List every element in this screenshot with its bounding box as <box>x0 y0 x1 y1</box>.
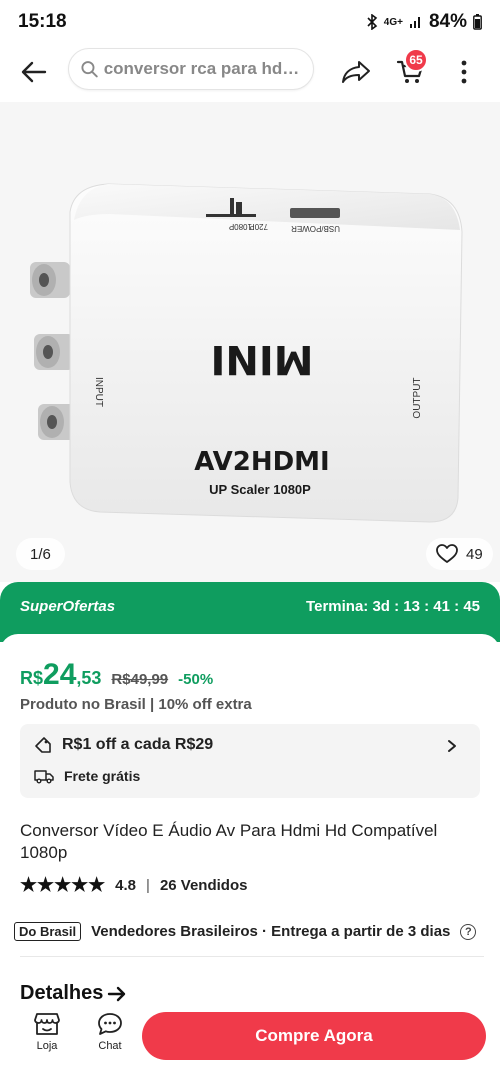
current-price: R$ 24 ,53 <box>20 658 101 692</box>
truck-icon <box>34 770 54 784</box>
store-button[interactable]: Loja <box>22 1012 72 1052</box>
network-type: 4G+ <box>383 16 403 28</box>
divider <box>20 956 484 957</box>
search-icon <box>81 61 98 78</box>
status-icons: 4G+ 84% <box>366 11 482 33</box>
rating-value: 4.8 <box>115 877 137 894</box>
device-input-label: INPUT <box>93 377 104 407</box>
details-link[interactable]: Detalhes <box>20 982 127 1005</box>
store-icon <box>34 1013 60 1035</box>
share-button[interactable] <box>336 52 376 92</box>
switch-label-720: 720P <box>249 222 268 231</box>
promo-box[interactable]: R$1 off a cada R$29 Frete grátis <box>20 724 480 798</box>
product-image: 1080P 720P USB/POWER MINI AV2HDMI UP Sca… <box>30 183 463 523</box>
switch-label: 1080P <box>229 222 252 231</box>
heart-icon <box>436 544 458 563</box>
device-output-label: OUTPUT <box>412 377 423 418</box>
back-button[interactable] <box>16 54 52 90</box>
shipping-text: Frete grátis <box>64 768 141 784</box>
price-row: R$ 24 ,53 R$49,99 -50% <box>20 658 213 692</box>
battery-percent: 84% <box>428 11 467 32</box>
discount-badge: -50% <box>178 671 214 688</box>
sold-count: 26 Vendidos <box>159 877 248 894</box>
status-bar: 15:18 4G+ 84% <box>0 0 500 44</box>
buy-now-button[interactable]: Compre Agora <box>142 1012 486 1060</box>
search-placeholder: conversor rca para hdmi... <box>103 59 301 78</box>
chat-label: Chat <box>98 1040 122 1052</box>
price-currency: R$ <box>20 668 44 688</box>
more-options-button[interactable] <box>446 52 482 92</box>
coupon-line: R$1 off a cada R$29 <box>34 736 213 754</box>
details-label: Detalhes <box>20 982 104 1004</box>
search-input[interactable]: conversor rca para hdmi... <box>68 48 314 90</box>
battery-icon <box>473 14 482 30</box>
seller-origin-tag: Do Brasil <box>14 922 82 941</box>
original-price: R$49,99 <box>111 671 169 688</box>
super-offer-banner: SuperOfertas Termina: 3d : 13 : 41 : 45 <box>0 582 500 642</box>
coupon-text: R$1 off a cada R$29 <box>62 736 214 753</box>
promo-expand-button[interactable] <box>442 736 462 756</box>
question-icon[interactable]: ? <box>460 923 477 940</box>
favorite-button[interactable]: 49 <box>426 538 493 570</box>
device-subtitle: UP Scaler 1080P <box>209 482 311 497</box>
arrow-right-icon <box>108 986 126 1001</box>
product-gallery[interactable]: 1080P 720P USB/POWER MINI AV2HDMI UP Sca… <box>0 102 500 582</box>
seller-text: Vendedores Brasileiros · Entrega a parti… <box>91 923 451 940</box>
rating-separator: | <box>146 877 150 894</box>
more-vertical-icon <box>461 60 467 84</box>
bottom-action-bar: Loja Chat Compre Agora <box>0 1006 500 1072</box>
rating-stars: ★★★★★ <box>20 875 106 896</box>
device-brand: MINI <box>210 336 313 382</box>
back-arrow-icon <box>21 61 47 83</box>
chat-button[interactable]: Chat <box>85 1012 135 1052</box>
price-integer: 24 <box>43 658 77 691</box>
chevron-right-icon <box>448 740 456 752</box>
origin-text: Produto no Brasil | 10% off extra <box>20 696 252 713</box>
shipping-line: Frete grátis <box>34 768 140 784</box>
share-icon <box>342 61 370 83</box>
gallery-counter: 1/6 <box>16 538 65 570</box>
signal-icon <box>409 17 420 28</box>
rating-row[interactable]: ★★★★★ 4.8 | 26 Vendidos <box>20 874 247 897</box>
chat-icon <box>98 1013 122 1035</box>
coupon-tag-icon <box>35 737 51 753</box>
favorite-count: 49 <box>466 545 483 563</box>
price-decimal: ,53 <box>76 668 102 688</box>
status-time: 15:18 <box>18 11 67 32</box>
bluetooth-icon <box>367 14 377 30</box>
device-model: AV2HDMI <box>194 447 329 477</box>
top-bar: conversor rca para hdmi... 65 <box>0 44 500 100</box>
seller-row[interactable]: Do Brasil Vendedores Brasileiros · Entre… <box>14 922 477 941</box>
store-label: Loja <box>36 1040 58 1052</box>
product-title: Conversor Vídeo E Áudio Av Para Hdmi Hd … <box>20 821 438 862</box>
port-label: USB/POWER <box>291 224 340 233</box>
cart-count-badge: 65 <box>404 48 428 72</box>
